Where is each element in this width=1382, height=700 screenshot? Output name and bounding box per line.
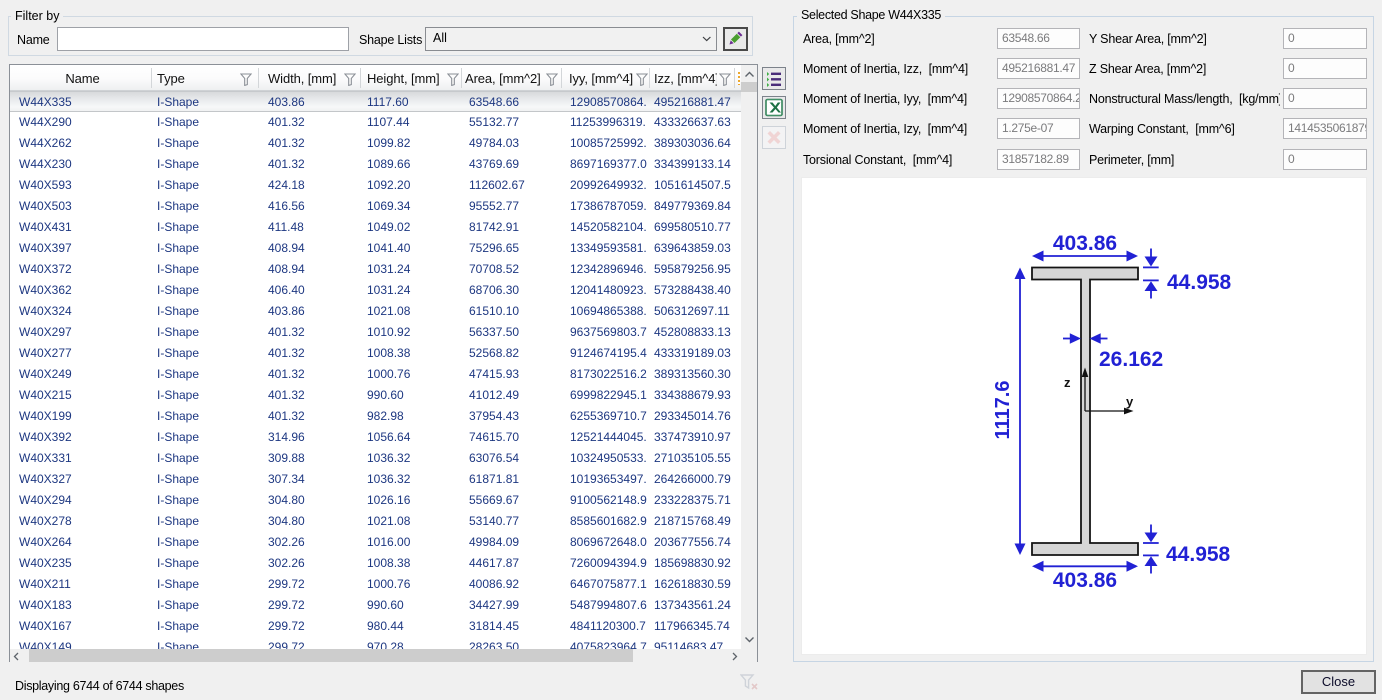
svg-text:44.958: 44.958 [1167, 271, 1232, 294]
svg-text:403.86: 403.86 [1053, 569, 1117, 592]
svg-text:y: y [1126, 394, 1134, 409]
svg-text:44.958: 44.958 [1166, 543, 1231, 566]
svg-text:z: z [1064, 375, 1071, 390]
svg-text:26.162: 26.162 [1099, 348, 1163, 371]
svg-text:1117.6: 1117.6 [992, 381, 1014, 440]
svg-text:403.86: 403.86 [1053, 232, 1117, 255]
